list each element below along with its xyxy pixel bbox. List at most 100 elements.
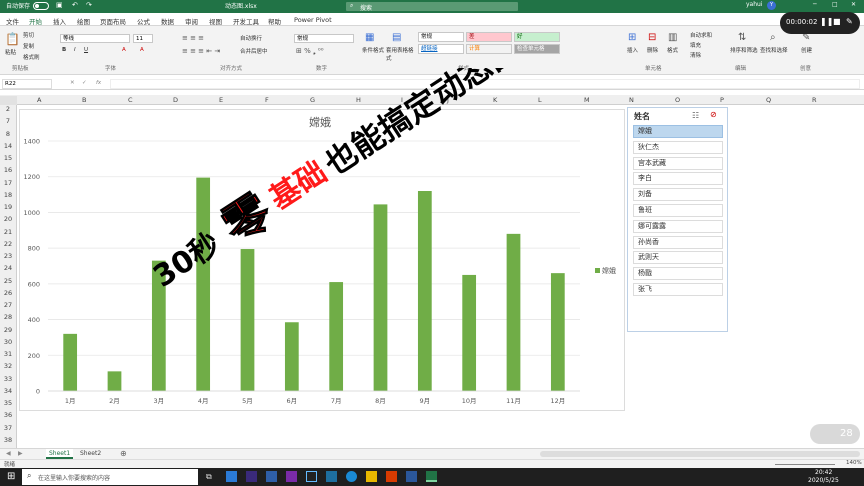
merge-center-button[interactable]: 合并后居中 [240, 47, 268, 55]
tab-view[interactable]: 视图 [209, 16, 222, 26]
col-header[interactable]: Q [766, 96, 771, 104]
slicer-item[interactable]: 刘备 [633, 188, 723, 202]
col-header[interactable]: D [173, 96, 178, 104]
row-header[interactable]: 29 [0, 326, 16, 334]
format-painter-button[interactable]: 格式刷 [23, 53, 40, 61]
row-header[interactable]: 24 [0, 264, 16, 272]
slicer-item[interactable]: 杨戬 [633, 267, 723, 281]
cancel-icon[interactable]: ✕ [70, 80, 75, 86]
row-header[interactable]: 21 [0, 228, 16, 236]
row-header[interactable]: 14 [0, 142, 16, 150]
clear-button[interactable]: 清除 [690, 51, 701, 59]
fx-icon[interactable]: fx [96, 80, 101, 86]
excel-icon[interactable] [426, 471, 437, 482]
number-format-select[interactable]: 常规 [294, 34, 354, 43]
insert-cells-icon[interactable]: ⊞ [628, 32, 636, 43]
close-button[interactable]: ✕ [851, 1, 856, 8]
row-header[interactable]: 23 [0, 252, 16, 260]
col-header[interactable]: P [720, 96, 724, 104]
bar[interactable] [240, 249, 255, 391]
floating-badge[interactable]: 28 [810, 424, 860, 444]
next-sheet-icon[interactable]: ▶ [18, 450, 23, 457]
app-icon-5[interactable] [306, 471, 317, 482]
windows-start-icon[interactable]: ⊞ [7, 471, 15, 482]
delete-cells-icon[interactable]: ⊟ [648, 32, 656, 43]
row-header[interactable]: 35 [0, 399, 16, 407]
tab-help[interactable]: 帮助 [268, 16, 281, 26]
bar[interactable] [373, 204, 388, 391]
bar[interactable] [506, 233, 521, 391]
copy-button[interactable]: 复制 [23, 42, 34, 50]
bar[interactable] [417, 191, 432, 391]
table-format-icon[interactable]: ▤ [392, 32, 401, 43]
col-header[interactable]: N [629, 96, 634, 104]
maximize-button[interactable]: □ [832, 1, 838, 8]
pen-icon[interactable]: ✎ [846, 17, 853, 26]
row-header[interactable]: 20 [0, 215, 16, 223]
app-icon-6[interactable] [326, 471, 337, 482]
col-header[interactable]: C [128, 96, 133, 104]
formula-input[interactable] [110, 79, 860, 89]
slicer-item[interactable]: 武则天 [633, 251, 723, 265]
tab-insert[interactable]: 插入 [53, 16, 66, 26]
row-header[interactable]: 8 [0, 130, 16, 138]
task-view-icon[interactable]: ⧉ [206, 472, 212, 482]
col-header[interactable]: G [310, 96, 315, 104]
table-format-button[interactable]: 套用表格格式 [386, 46, 414, 62]
clear-filter-icon[interactable]: ⊘ [710, 110, 717, 119]
tab-draw[interactable]: 绘图 [77, 16, 90, 26]
row-header[interactable]: 38 [0, 436, 16, 444]
tab-developer[interactable]: 开发工具 [233, 16, 259, 26]
font-size-select[interactable]: 11 [133, 34, 153, 43]
autosum-button[interactable]: 自动求和 [690, 31, 712, 39]
col-header[interactable]: R [812, 96, 817, 104]
style-normal[interactable]: 常规 [418, 32, 464, 42]
style-good[interactable]: 好 [514, 32, 560, 42]
row-header[interactable]: 22 [0, 240, 16, 248]
bar[interactable] [63, 333, 78, 391]
slicer-item[interactable]: 狄仁杰 [633, 140, 723, 154]
sheet-tab-2[interactable]: Sheet2 [80, 450, 101, 457]
add-sheet-button[interactable]: ⊕ [120, 449, 127, 458]
slicer-item[interactable]: 宫本武藏 [633, 156, 723, 170]
insert-cells-button[interactable]: 插入 [627, 46, 638, 54]
col-header[interactable]: I [401, 96, 403, 104]
format-cells-icon[interactable]: ▥ [668, 32, 677, 43]
slicer-item[interactable]: 张飞 [633, 283, 723, 296]
app-icon-3[interactable] [266, 471, 277, 482]
stop-icon[interactable]: ■ [833, 17, 841, 26]
row-header[interactable]: 32 [0, 362, 16, 370]
row-header[interactable]: 19 [0, 203, 16, 211]
slicer-panel[interactable]: 姓名 ☷ ⊘ 嫦娥 狄仁杰 宫本武藏 李白 刘备 鲁班 娜可露露 孙尚香 武则天 杨戬 张飞 [627, 107, 728, 332]
bold-button[interactable]: B [62, 47, 66, 53]
tab-file[interactable]: 文件 [6, 16, 19, 26]
bar[interactable] [196, 177, 211, 391]
confirm-icon[interactable]: ✓ [82, 80, 87, 86]
find-select-button[interactable]: 查找和选择 [760, 46, 788, 54]
row-header[interactable]: 27 [0, 301, 16, 309]
col-header[interactable]: O [675, 96, 680, 104]
sheet-tab-1[interactable]: Sheet1 [46, 449, 74, 459]
col-header[interactable]: J [447, 96, 449, 104]
style-bad[interactable]: 差 [466, 32, 512, 42]
pause-icon[interactable]: ❚❚ [820, 17, 833, 26]
row-header[interactable]: 28 [0, 313, 16, 321]
name-box[interactable]: R22 [2, 79, 52, 89]
row-header[interactable]: 16 [0, 166, 16, 174]
row-header[interactable]: 2 [0, 105, 16, 113]
align-top-icon[interactable]: ≡ ≡ ≡ [182, 34, 204, 42]
underline-button[interactable]: U [84, 47, 88, 53]
conditional-format-icon[interactable]: ▦ [365, 32, 374, 43]
row-header[interactable]: 17 [0, 179, 16, 187]
sort-icon[interactable]: ⇅ [738, 32, 746, 43]
folder-icon[interactable] [366, 471, 377, 482]
percent-icon[interactable]: ⊞ % ❟ ⁰⁰ [296, 47, 324, 56]
conditional-format-button[interactable]: 条件格式 [362, 46, 384, 54]
slicer-item[interactable]: 鲁班 [633, 204, 723, 217]
taskbar-search-box[interactable]: ⌕ 在这里输入你要搜索的内容 [22, 469, 198, 485]
font-color-icon-2[interactable]: A [140, 47, 144, 53]
row-header[interactable]: 31 [0, 350, 16, 358]
row-header[interactable]: 25 [0, 277, 16, 285]
bar[interactable] [329, 282, 344, 391]
style-calc[interactable]: 计算 [466, 44, 512, 54]
